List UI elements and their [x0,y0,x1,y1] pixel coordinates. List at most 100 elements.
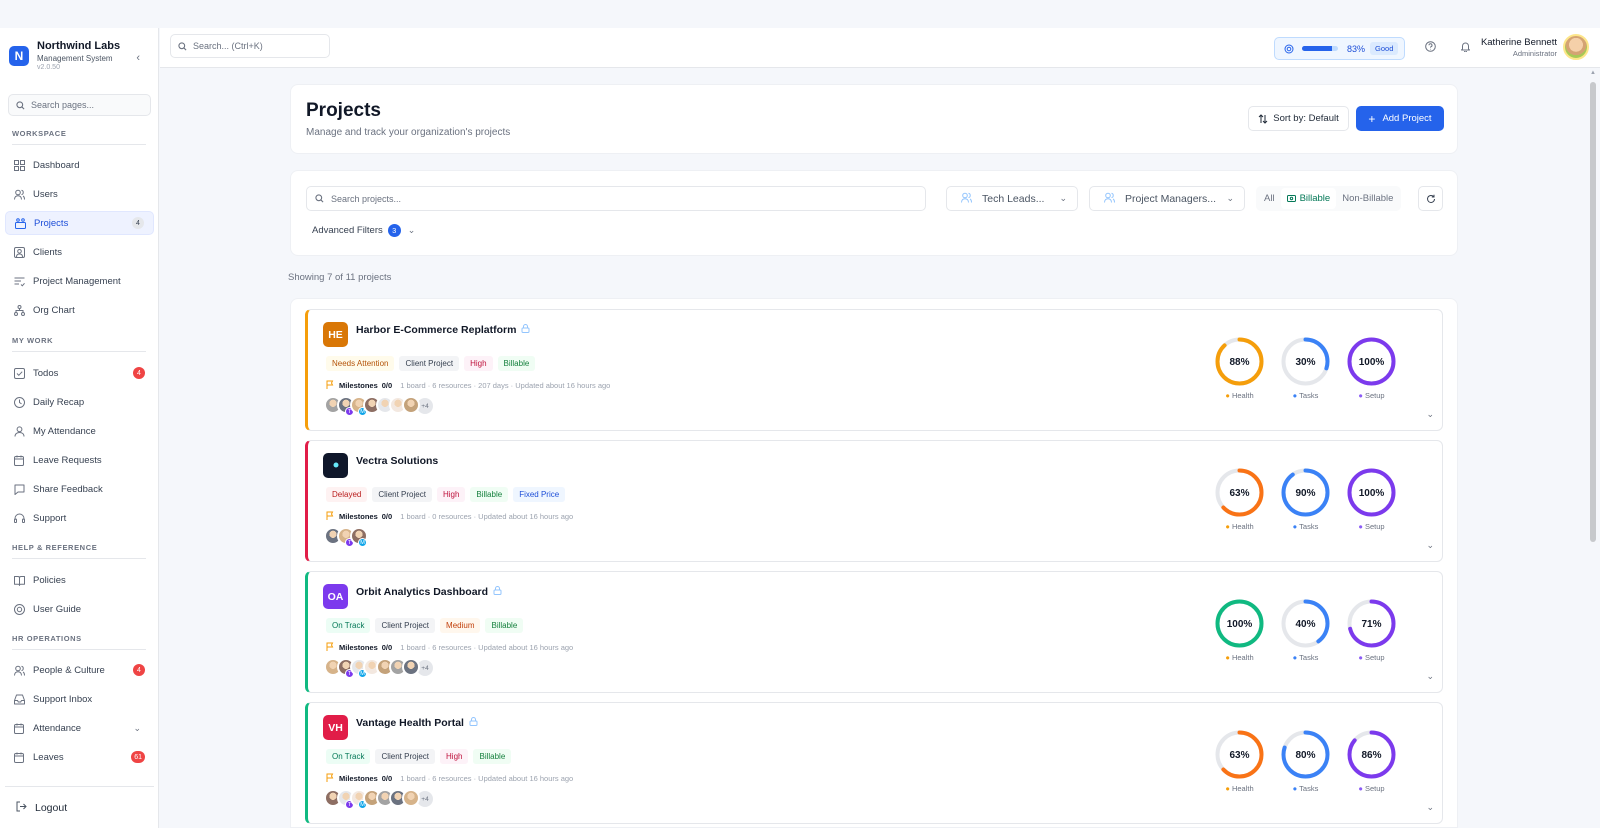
sort-button[interactable]: Sort by: Default [1248,106,1349,131]
avatar[interactable] [1563,34,1589,60]
count-badge: 61 [131,751,145,763]
ring-label-text: Tasks [1299,391,1319,400]
bell-icon[interactable] [1460,41,1471,55]
sidebar-item-project-management[interactable]: Project Management [5,269,154,293]
expand-chevron-icon[interactable]: ⌄ [1426,540,1434,551]
ring-label: ● Setup [1344,391,1399,400]
sidebar-item-support-inbox[interactable]: Support Inbox [5,687,154,711]
sidebar-item-org-chart[interactable]: Org Chart [5,298,154,322]
sidebar-item-users[interactable]: Users [5,182,154,206]
ring-label: ● Health [1212,784,1267,793]
project-name[interactable]: Harbor E-Commerce Replatform [356,324,530,336]
billing-all-option[interactable]: All [1258,188,1281,209]
billing-billable-option[interactable]: Billable [1280,188,1337,209]
tasks-ring-chart: 80% [1281,730,1330,779]
system-health-indicator[interactable]: 83% Good [1274,37,1405,60]
sidebar-item-dashboard[interactable]: Dashboard [5,153,154,177]
resource-avatars[interactable]: T M +4 [324,789,435,809]
resource-avatars[interactable]: T M +4 [324,658,435,678]
sort-label: Sort by: Default [1273,113,1339,124]
project-managers-dropdown[interactable]: Project Managers... ⌄ [1089,186,1245,211]
sidebar-item-people-culture[interactable]: People & Culture 4 [5,658,154,682]
lock-icon [493,586,502,598]
reset-filters-button[interactable] [1418,186,1443,211]
resource-avatars[interactable]: TM [324,527,368,547]
project-name[interactable]: Vantage Health Portal [356,717,478,729]
project-card[interactable]: VH Vantage Health Portal On Track Client Pr… [305,702,1443,824]
sidebar-item-label: Support [33,512,67,524]
global-search-input[interactable]: Search... (Ctrl+K) [170,34,330,58]
brand-name: Northwind Labs [37,40,121,52]
flag-icon [326,511,334,522]
status-badge: Fixed Price [513,487,566,502]
divider [12,558,146,559]
health-percent: 83% [1347,43,1366,54]
headset-icon [13,512,25,524]
expand-chevron-icon[interactable]: ⌄ [1426,409,1434,420]
progress-rings: 100% ● Health 40% ● Tasks 71% ● Setup [1212,596,1399,662]
sidebar-item-projects[interactable]: Projects 4 [5,211,154,235]
project-card[interactable]: Vectra Solutions Delayed Client Project Hig… [305,440,1443,562]
project-name-text: Vectra Solutions [356,455,439,467]
sidebar-item-daily-recap[interactable]: Daily Recap [5,390,154,414]
ring-label-text: Health [1231,522,1254,531]
collapse-sidebar-icon[interactable]: ‹ [136,52,140,64]
scrollbar[interactable] [1590,82,1596,542]
ring-value: 40% [1295,619,1315,630]
page-header: Projects Manage and track your organizat… [290,84,1458,154]
avatar[interactable] [402,658,420,676]
sidebar-item-label: My Attendance [33,425,96,437]
project-managers-label: Project Managers... [1125,192,1217,205]
expand-chevron-icon[interactable]: ⌄ [1426,802,1434,813]
project-card[interactable]: OA Orbit Analytics Dashboard On Track Clien… [305,571,1443,693]
setup-ring-chart: 100% [1347,337,1396,386]
avatar[interactable] [402,396,420,414]
logout-button[interactable]: Logout [5,786,154,828]
sidebar-item-support[interactable]: Support [5,506,154,530]
help-icon[interactable] [1425,41,1436,55]
message-icon [13,483,25,495]
resource-avatars[interactable]: T M +4 [324,396,435,416]
sidebar-item-todos[interactable]: Todos 4 [5,361,154,385]
sidebar-search-input[interactable]: Search pages... [8,94,151,116]
sidebar-item-policies[interactable]: Policies [5,568,154,592]
ring-label-text: Setup [1365,784,1385,793]
milestones-value: 0/0 [381,774,393,783]
chevron-down-icon[interactable]: ⌄ [133,723,141,734]
topbar: Search... (Ctrl+K) 83% Good Katherine Be… [160,28,1600,68]
sidebar-item-leaves[interactable]: Leaves 61 [5,745,154,769]
setup-icon: ● [1358,653,1363,662]
avatar[interactable]: M [350,527,368,547]
brand[interactable]: N Northwind Labs Management System v2.0.… [9,40,120,71]
sidebar-item-my-attendance[interactable]: My Attendance [5,419,154,443]
brand-version: v2.0.50 [37,64,60,71]
ring-label-text: Tasks [1299,784,1319,793]
calendar-clock-icon [13,722,25,734]
tech-leads-dropdown[interactable]: Tech Leads... ⌄ [946,186,1078,211]
project-name[interactable]: Vectra Solutions [356,455,438,467]
tasks-icon: ● [1292,653,1298,662]
user-menu[interactable]: Katherine Bennett Administrator [1481,34,1589,60]
project-card[interactable]: HE Harbor E-Commerce Replatform Needs Atte… [305,309,1443,431]
avatar[interactable] [402,789,420,807]
project-search-input[interactable]: Search projects... [306,186,926,211]
filter-panel: Search projects... Tech Leads... ⌄ Proje… [290,170,1458,256]
project-name[interactable]: Orbit Analytics Dashboard [356,586,502,598]
advanced-filters-toggle[interactable]: Advanced Filters 3 ⌄ [312,224,415,237]
setup-icon: ● [1358,391,1363,400]
add-project-button[interactable]: + Add Project [1356,106,1444,131]
sidebar-item-user-guide[interactable]: User Guide [5,597,154,621]
sidebar-item-clients[interactable]: Clients [5,240,154,264]
search-icon [16,100,25,109]
sidebar-item-attendance[interactable]: Attendance ⌄ [5,716,154,740]
sidebar-item-share-feedback[interactable]: Share Feedback [5,477,154,501]
sidebar-item-leave-requests[interactable]: Leave Requests [5,448,154,472]
billing-billable-label: Billable [1299,193,1331,204]
billing-non-billable-option[interactable]: Non-Billable [1336,188,1399,209]
tag-list: Delayed Client Project High Billable Fixed P… [326,487,566,502]
health-ring-chart: 63% [1215,730,1264,779]
expand-chevron-icon[interactable]: ⌄ [1426,671,1434,682]
scroll-up-arrow[interactable]: ▲ [1589,70,1597,78]
status-badge: Billable [473,749,512,764]
ring-label: ● Setup [1344,653,1399,662]
